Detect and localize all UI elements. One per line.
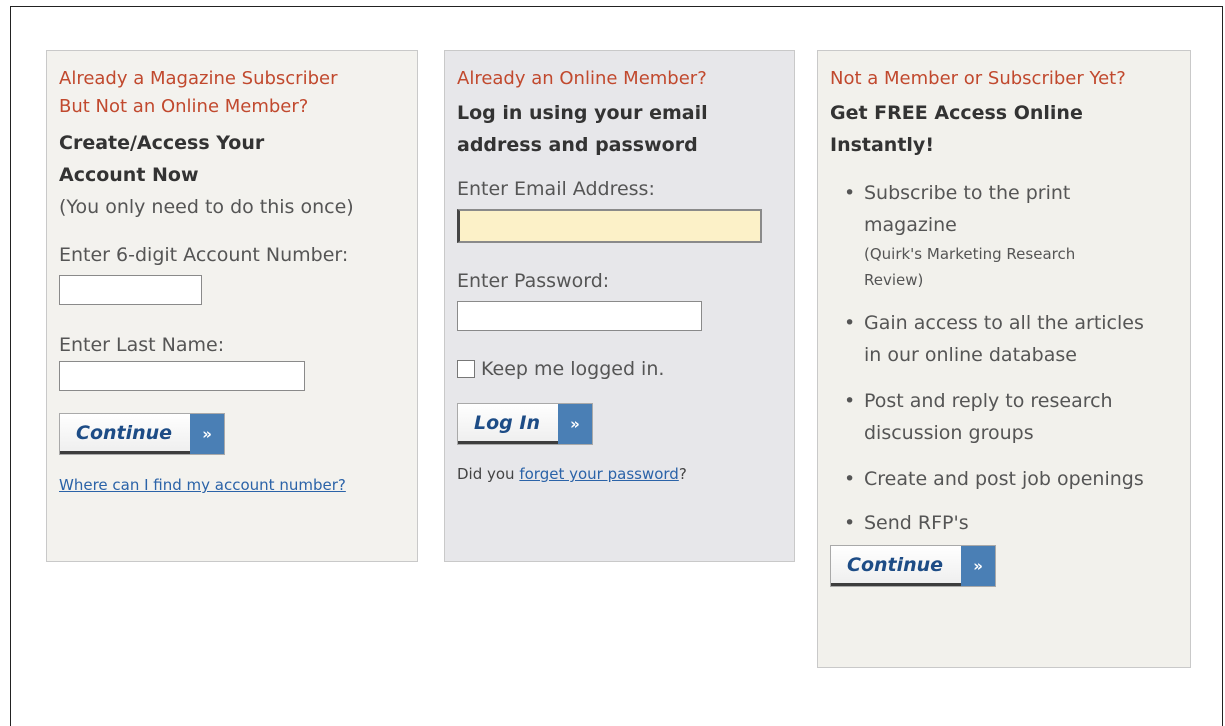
- keep-logged-in-row: Keep me logged in.: [457, 355, 782, 383]
- benefit-item: • Gain access to all the articles in our…: [830, 307, 1178, 371]
- double-chevron-right-icon: »: [557, 404, 592, 444]
- benefit-text: Subscribe to the print: [864, 182, 1071, 204]
- benefit-text: magazine: [864, 214, 957, 236]
- join-kicker: Not a Member or Subscriber Yet?: [830, 68, 1126, 89]
- benefit-item: • Send RFP's: [830, 507, 1178, 539]
- benefit-item: • Create and post job openings: [830, 463, 1178, 495]
- subscriber-heading-line2: Account Now: [59, 164, 199, 186]
- subscriber-kicker: Already a Magazine Subscriber But Not an…: [59, 65, 405, 121]
- double-chevron-right-icon: »: [190, 414, 225, 454]
- join-continue-label: Continue: [831, 546, 962, 586]
- benefit-item: • Post and reply to research discussion …: [830, 385, 1178, 449]
- bullet-dot: •: [844, 512, 856, 534]
- member-heading: Log in using your email address and pass…: [457, 97, 782, 161]
- subscriber-panel: Already a Magazine Subscriber But Not an…: [46, 50, 418, 562]
- benefit-item: • Subscribe to the print magazine (Quirk…: [830, 177, 1178, 293]
- email-label: Enter Email Address:: [457, 178, 655, 200]
- forgot-password-link[interactable]: forget your password: [519, 465, 678, 483]
- member-heading-line1: Log in using your email: [457, 102, 708, 124]
- last-name-input[interactable]: [59, 361, 305, 391]
- bullet-dot: •: [844, 390, 856, 412]
- double-chevron-right-icon: »: [961, 546, 996, 586]
- join-panel: Not a Member or Subscriber Yet? Get FREE…: [817, 50, 1191, 668]
- member-kicker: Already an Online Member?: [457, 68, 707, 89]
- login-button-label: Log In: [458, 404, 558, 444]
- subscriber-continue-label: Continue: [60, 414, 191, 454]
- subscriber-heading-line1: Create/Access Your: [59, 132, 265, 154]
- benefit-subtext: (Quirk's Marketing Research: [864, 245, 1076, 263]
- benefit-subtext: Review): [864, 271, 924, 289]
- bullet-dot: •: [844, 468, 856, 490]
- forgot-password-line: Did you forget your password?: [457, 465, 782, 483]
- benefit-text: Create and post job openings: [864, 468, 1144, 490]
- account-number-input[interactable]: [59, 275, 202, 305]
- join-heading: Get FREE Access Online Instantly!: [830, 97, 1178, 161]
- password-input[interactable]: [457, 301, 702, 331]
- bullet-dot: •: [844, 182, 856, 204]
- forgot-suffix: ?: [678, 465, 687, 483]
- benefit-text: Send RFP's: [864, 512, 969, 534]
- subscriber-kicker-line1: Already a Magazine Subscriber: [59, 68, 338, 89]
- benefit-text: Gain access to all the articles: [864, 312, 1144, 334]
- keep-logged-in-checkbox[interactable]: [457, 360, 475, 378]
- email-input[interactable]: [457, 209, 762, 243]
- subscriber-kicker-line2: But Not an Online Member?: [59, 96, 309, 117]
- last-name-label: Enter Last Name:: [59, 334, 225, 356]
- benefit-text: in our online database: [864, 344, 1077, 366]
- subscriber-continue-button[interactable]: Continue »: [59, 413, 226, 455]
- find-account-number-link[interactable]: Where can I find my account number?: [59, 476, 346, 494]
- benefits-list: • Subscribe to the print magazine (Quirk…: [830, 177, 1178, 539]
- join-continue-button[interactable]: Continue »: [830, 545, 997, 587]
- join-heading-line1: Get FREE Access Online: [830, 102, 1083, 124]
- subscriber-heading: Create/Access Your Account Now: [59, 127, 405, 191]
- subscriber-note: (You only need to do this once): [59, 196, 354, 218]
- benefit-text: Post and reply to research: [864, 390, 1113, 412]
- forgot-prefix: Did you: [457, 465, 520, 483]
- benefit-text: discussion groups: [864, 422, 1034, 444]
- bullet-dot: •: [844, 312, 856, 334]
- password-label: Enter Password:: [457, 270, 610, 292]
- account-number-label: Enter 6-digit Account Number:: [59, 244, 349, 266]
- keep-logged-in-label: Keep me logged in.: [481, 358, 665, 380]
- member-login-panel: Already an Online Member? Log in using y…: [444, 50, 795, 562]
- member-heading-line2: address and password: [457, 134, 698, 156]
- join-heading-line2: Instantly!: [830, 134, 934, 156]
- login-button[interactable]: Log In »: [457, 403, 593, 445]
